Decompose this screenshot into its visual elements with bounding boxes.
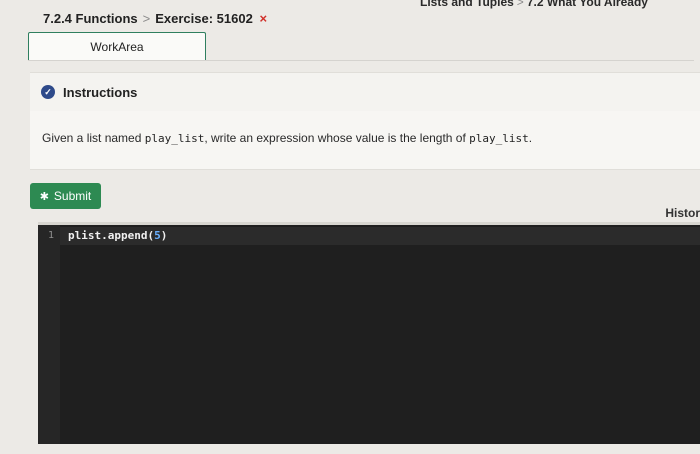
top-breadcrumb: Lists and Tuples >7.2 What You Already <box>420 0 700 11</box>
instructions-title: Instructions <box>63 84 138 100</box>
close-icon[interactable]: × <box>259 11 267 26</box>
line-number: 1 <box>47 230 54 241</box>
code-token: ) <box>160 229 168 242</box>
check-circle-icon: ✓ <box>41 85 55 99</box>
inline-code: play_list <box>469 132 529 145</box>
code-editor[interactable]: 1 plist.append(5) <box>38 222 700 444</box>
instructions-header[interactable]: ✓ Instructions <box>30 72 700 112</box>
top-breadcrumb-current[interactable]: 7.2 What You Already <box>527 0 648 9</box>
instructions-text: Given a list named play_list, write an e… <box>42 131 532 145</box>
submit-button[interactable]: ✱ Submit <box>30 183 101 209</box>
breadcrumb: 7.2.4 Functions > Exercise: 51602 × <box>43 11 267 26</box>
tab-divider <box>28 60 694 61</box>
code-number-token: 5 <box>154 229 161 242</box>
instructions-text-part: , write an expression whose value is the… <box>204 131 470 145</box>
submit-label: Submit <box>53 189 92 203</box>
code-line[interactable]: plist.append(5) <box>68 229 167 242</box>
tab-workarea-label: WorkArea <box>90 40 144 54</box>
editor-gutter: 1 <box>38 225 60 444</box>
instructions-text-part: . <box>528 131 533 145</box>
breadcrumb-section[interactable]: 7.2.4 Functions <box>43 11 138 26</box>
instructions-text-part: Given a list named <box>42 131 145 145</box>
breadcrumb-separator: > <box>142 11 151 26</box>
tab-workarea[interactable]: WorkArea <box>28 32 206 61</box>
instructions-body: Given a list named play_list, write an e… <box>30 111 700 170</box>
inline-code: play_list <box>144 132 205 145</box>
top-breadcrumb-partial[interactable]: Lists and Tuples <box>420 0 514 9</box>
breadcrumb-exercise: Exercise: 51602 <box>155 11 253 26</box>
breadcrumb-separator: > <box>516 0 524 9</box>
gear-icon: ✱ <box>39 190 49 203</box>
history-tab[interactable]: Histor <box>665 206 700 220</box>
code-token: plist.append( <box>68 229 155 242</box>
